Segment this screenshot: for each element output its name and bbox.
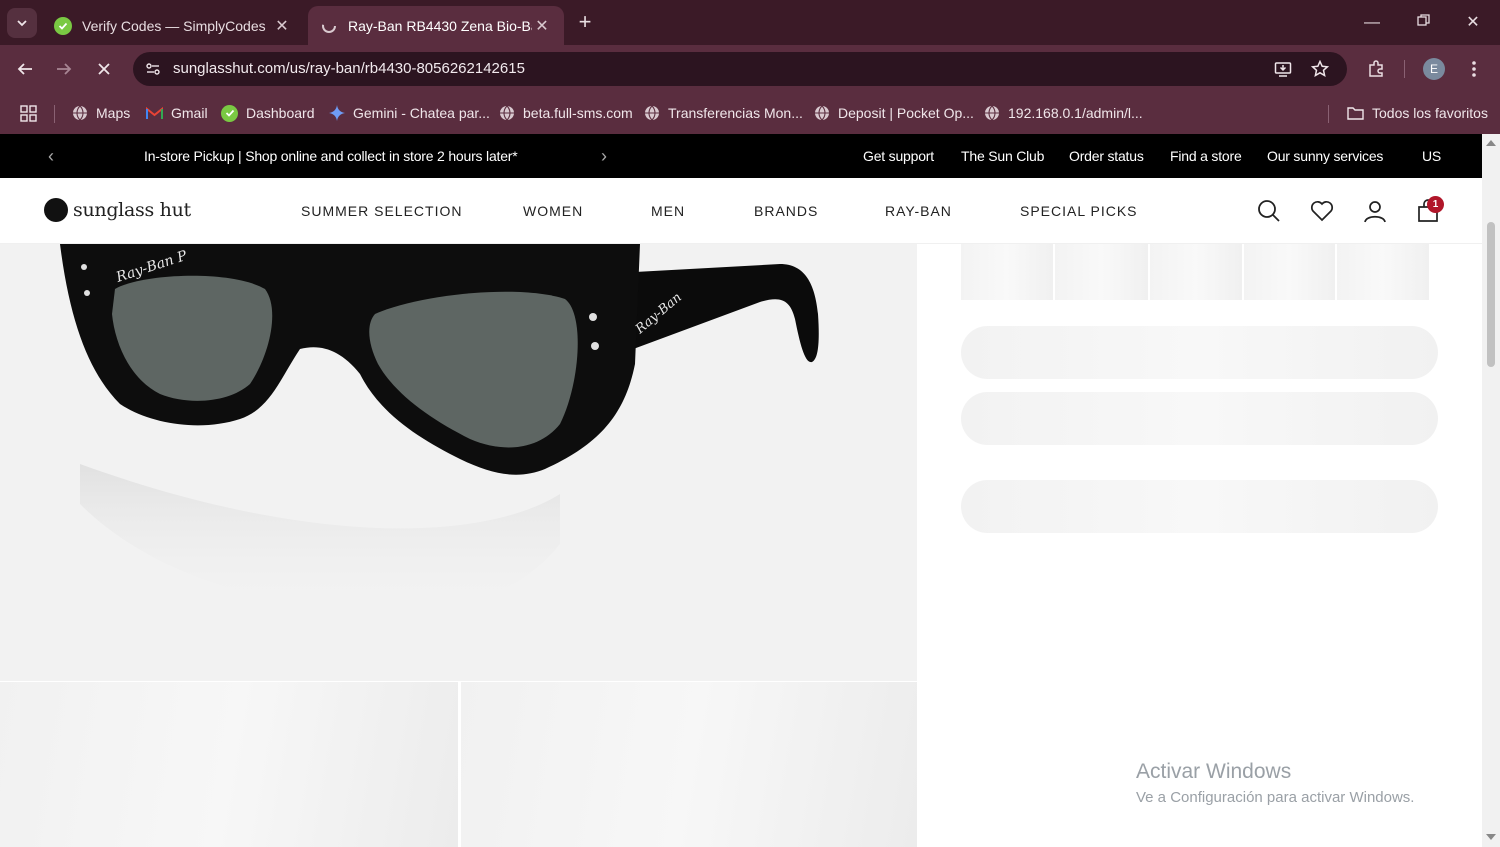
sunglasses-image: Ray-Ban P Ray-Ban	[60, 244, 819, 616]
profile-avatar[interactable]: E	[1423, 58, 1445, 80]
menu-men[interactable]: MEN	[651, 203, 685, 219]
tab-search-button[interactable]	[7, 8, 37, 38]
scroll-up-icon[interactable]	[1486, 140, 1496, 146]
country-selector[interactable]: US	[1422, 148, 1441, 164]
tab-title: Ray-Ban RB4430 Zena Bio-Based	[348, 17, 532, 34]
account-icon[interactable]	[1362, 198, 1388, 224]
check-icon	[221, 104, 238, 122]
search-icon[interactable]	[1256, 198, 1282, 224]
web-page: ‹ In-store Pickup | Shop online and coll…	[0, 134, 1482, 847]
close-tab-icon[interactable]: ✕	[272, 16, 292, 36]
logo-mark	[44, 198, 68, 222]
toolbar-divider	[1404, 60, 1405, 78]
product-thumbnail[interactable]	[461, 682, 917, 847]
bookmark-router-admin[interactable]: 192.168.0.1/admin/l...	[983, 102, 1143, 124]
cart-count-badge: 1	[1427, 196, 1444, 213]
minimize-icon[interactable]: —	[1357, 10, 1387, 36]
product-thumbnail[interactable]	[0, 682, 458, 847]
sun-club-link[interactable]: The Sun Club	[961, 148, 1044, 164]
new-tab-button[interactable]: +	[572, 10, 598, 36]
main-nav: sunglass hut SUMMER SELECTION WOMEN MEN …	[0, 178, 1482, 244]
tab-strip: Verify Codes — SimplyCodes ✕ Ray-Ban RB4…	[0, 0, 1500, 45]
globe-icon	[498, 105, 515, 122]
page-scrollbar[interactable]	[1482, 134, 1500, 847]
all-bookmarks-folder[interactable]: Todos los favoritos	[1347, 102, 1488, 124]
simplycodes-icon	[54, 16, 72, 35]
swatch-skeleton	[1337, 244, 1429, 300]
promo-prev-icon[interactable]: ‹	[41, 146, 61, 166]
bookmark-deposit[interactable]: Deposit | Pocket Op...	[813, 102, 974, 124]
kebab-menu-icon[interactable]	[1462, 57, 1486, 81]
gemini-icon	[328, 105, 345, 122]
bookmark-gmail[interactable]: Gmail	[146, 102, 208, 124]
stop-loading-icon[interactable]	[91, 56, 117, 82]
extensions-icon[interactable]	[1364, 57, 1388, 81]
loading-skeleton	[961, 326, 1438, 379]
swatch-skeleton	[1055, 244, 1148, 300]
install-app-icon[interactable]	[1272, 58, 1294, 80]
bookmark-full-sms[interactable]: beta.full-sms.com	[498, 102, 633, 124]
apps-grid-icon[interactable]	[20, 102, 37, 124]
sunny-services-link[interactable]: Our sunny services	[1267, 148, 1383, 164]
gmail-icon	[146, 105, 163, 122]
bookmark-transferencias[interactable]: Transferencias Mon...	[643, 102, 803, 124]
bookmark-star-icon[interactable]	[1309, 58, 1331, 80]
restore-icon[interactable]	[1408, 10, 1438, 36]
menu-special-picks[interactable]: SPECIAL PICKS	[1020, 203, 1138, 219]
order-status-link[interactable]: Order status	[1069, 148, 1144, 164]
loading-skeleton	[961, 392, 1438, 445]
forward-icon[interactable]	[51, 56, 77, 82]
bookmarks-bar: Maps Gmail Dashboard Gemini - Chatea par…	[0, 93, 1500, 134]
tab-simplycodes[interactable]: Verify Codes — SimplyCodes ✕	[42, 6, 304, 45]
close-window-icon[interactable]: ✕	[1458, 10, 1488, 36]
swatch-skeleton	[961, 244, 1053, 300]
tab-rayban[interactable]: Ray-Ban RB4430 Zena Bio-Based ✕	[308, 6, 564, 45]
menu-women[interactable]: WOMEN	[523, 203, 583, 219]
bookmark-gemini[interactable]: Gemini - Chatea par...	[328, 102, 490, 124]
bookmark-dashboard[interactable]: Dashboard	[221, 102, 315, 124]
back-icon[interactable]	[12, 56, 38, 82]
site-logo[interactable]: sunglass hut	[44, 198, 191, 222]
swatch-skeleton	[1150, 244, 1242, 300]
product-image[interactable]: Ray-Ban P Ray-Ban	[0, 244, 917, 681]
globe-icon	[643, 105, 660, 122]
activation-watermark-subtitle: Ve a Configuración para activar Windows.	[1136, 789, 1415, 806]
url-text: sunglasshut.com/us/ray-ban/rb4430-805626…	[173, 60, 525, 77]
scrollbar-thumb[interactable]	[1487, 222, 1495, 367]
menu-summer-selection[interactable]: SUMMER SELECTION	[301, 203, 462, 219]
menu-ray-ban[interactable]: RAY-BAN	[885, 203, 952, 219]
folder-icon	[1347, 105, 1364, 122]
globe-icon	[983, 105, 1000, 122]
find-store-link[interactable]: Find a store	[1170, 148, 1242, 164]
chevron-down-icon	[17, 20, 27, 27]
address-bar[interactable]: sunglasshut.com/us/ray-ban/rb4430-805626…	[133, 52, 1347, 86]
menu-brands[interactable]: BRANDS	[754, 203, 818, 219]
bookmarks-divider	[54, 105, 55, 123]
wishlist-heart-icon[interactable]	[1309, 198, 1335, 224]
globe-icon	[813, 105, 830, 122]
browser-toolbar: sunglasshut.com/us/ray-ban/rb4430-805626…	[0, 45, 1500, 93]
get-support-link[interactable]: Get support	[863, 148, 934, 164]
promo-bar: ‹ In-store Pickup | Shop online and coll…	[0, 134, 1482, 178]
promo-message[interactable]: In-store Pickup | Shop online and collec…	[144, 148, 518, 164]
site-info-icon[interactable]	[141, 57, 165, 81]
promo-next-icon[interactable]: ›	[594, 146, 614, 166]
logo-text: sunglass hut	[73, 199, 191, 221]
bookmarks-divider	[1328, 105, 1329, 123]
scroll-down-icon[interactable]	[1486, 834, 1496, 840]
swatch-skeleton	[1244, 244, 1335, 300]
bookmark-maps[interactable]: Maps	[71, 102, 130, 124]
close-tab-icon[interactable]: ✕	[532, 16, 552, 36]
tab-title: Verify Codes — SimplyCodes	[82, 17, 266, 34]
activation-watermark-title: Activar Windows	[1136, 760, 1292, 783]
globe-icon	[71, 105, 88, 122]
loading-skeleton	[961, 480, 1438, 533]
loading-icon	[320, 17, 338, 35]
